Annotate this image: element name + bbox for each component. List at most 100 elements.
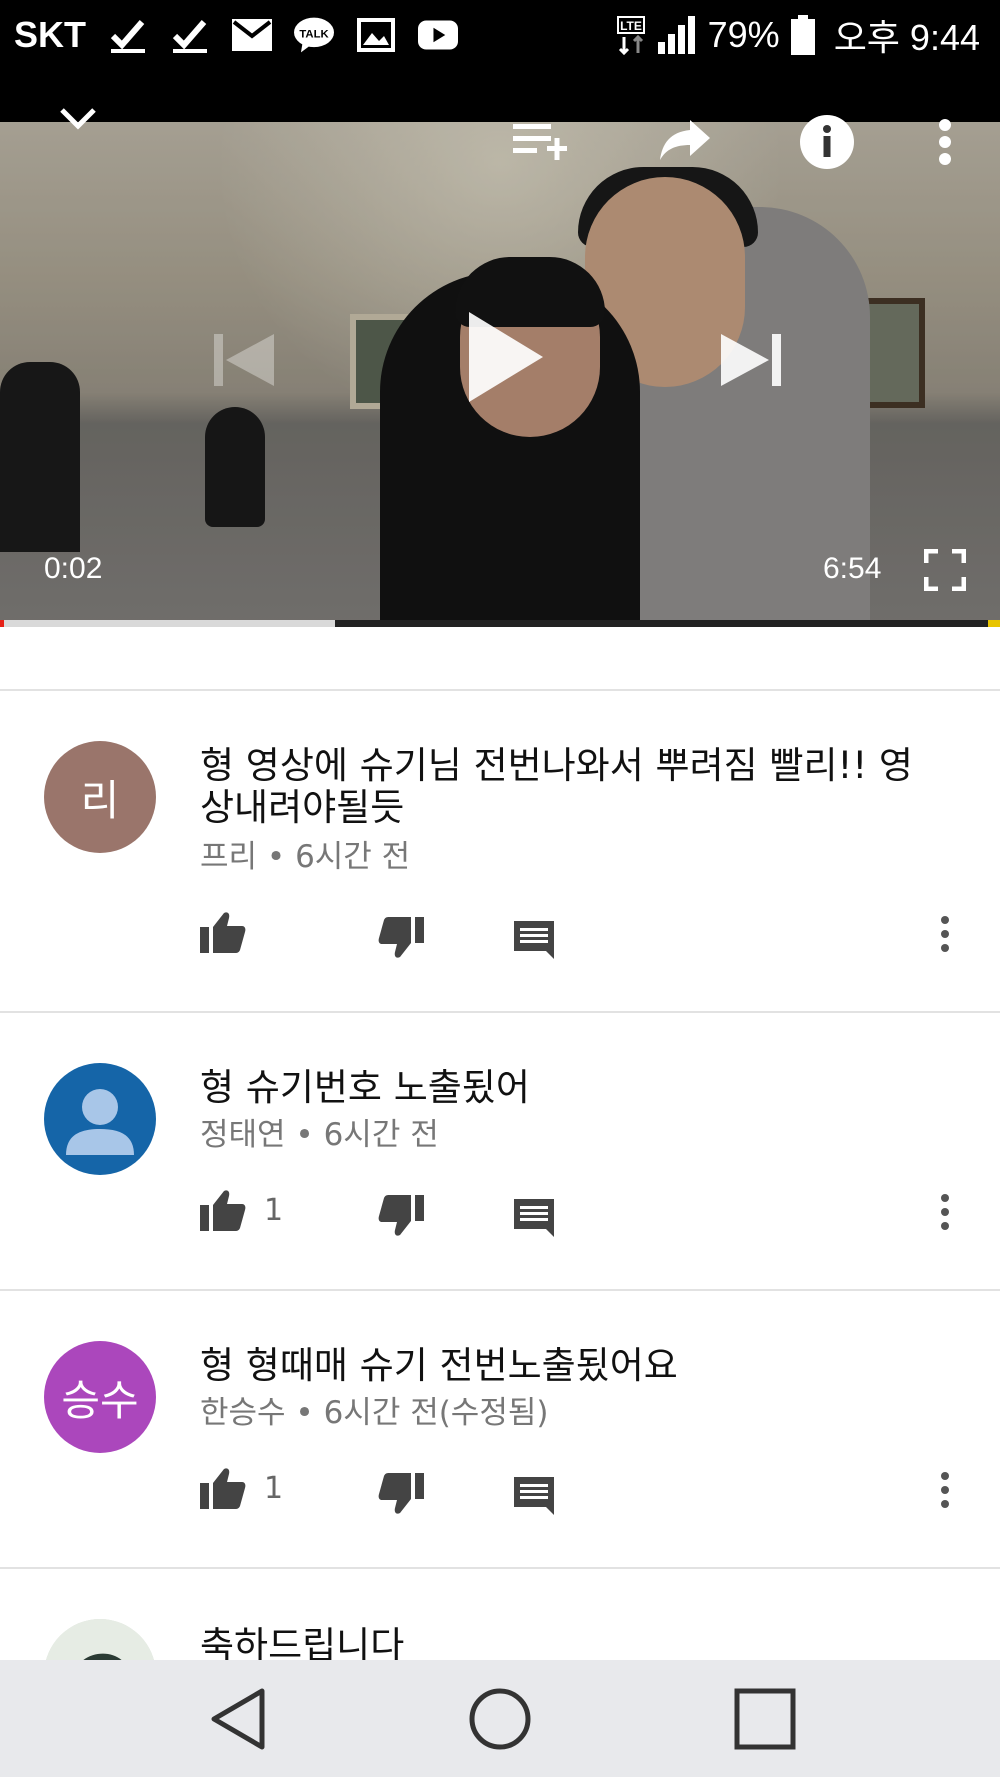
back-triangle-icon bbox=[211, 1688, 265, 1749]
comment-text: 축하드립니다 bbox=[200, 1624, 405, 1661]
skip-previous-icon bbox=[214, 334, 274, 386]
comment-meta: 정태연 • 6시간 전 bbox=[200, 1109, 439, 1154]
back-button[interactable] bbox=[168, 1660, 308, 1777]
comment-item: 축하드립니다 bbox=[0, 1569, 1000, 1660]
more-vertical-icon bbox=[941, 916, 949, 952]
reply-comment-icon bbox=[514, 921, 554, 959]
comment-meta: 프리 • 6시간 전 bbox=[200, 831, 410, 876]
avatar[interactable] bbox=[44, 1063, 156, 1175]
signal-icon bbox=[657, 15, 698, 55]
next-button[interactable] bbox=[705, 315, 795, 405]
reply-button[interactable] bbox=[514, 921, 554, 959]
skip-next-icon bbox=[721, 334, 781, 386]
minimize-player-button[interactable] bbox=[48, 88, 108, 148]
meta-separator: • bbox=[295, 1117, 314, 1153]
avatar-initial: 리 bbox=[80, 775, 120, 825]
reply-button[interactable] bbox=[514, 1477, 554, 1515]
avatar[interactable]: 승수 bbox=[44, 1341, 156, 1453]
previous-button[interactable] bbox=[200, 315, 290, 405]
avatar-initial: 승수 bbox=[61, 1375, 139, 1425]
reply-button[interactable] bbox=[514, 1199, 554, 1237]
avatar[interactable] bbox=[44, 1619, 156, 1660]
info-button[interactable] bbox=[795, 110, 859, 174]
user-photo bbox=[44, 1619, 156, 1660]
check-icon bbox=[170, 15, 210, 55]
comment-more-button[interactable] bbox=[940, 1472, 950, 1508]
comment-more-button[interactable] bbox=[940, 916, 950, 952]
comment-author[interactable]: 정태연 bbox=[200, 1117, 286, 1153]
comment-text: 형 형때매 슈기 전번노출됬어요 bbox=[200, 1344, 678, 1387]
gallery-icon bbox=[356, 15, 396, 55]
battery-percent: 79% bbox=[707, 14, 780, 55]
thumbs-down-icon bbox=[378, 917, 424, 958]
check-icon bbox=[108, 15, 148, 55]
svg-text:LTE: LTE bbox=[620, 19, 642, 33]
recent-apps-button[interactable] bbox=[695, 1660, 835, 1777]
youtube-icon bbox=[418, 15, 458, 55]
share-arrow-icon bbox=[660, 120, 710, 160]
comment-time: 6시간 전 bbox=[323, 1117, 439, 1153]
reply-comment-icon bbox=[514, 1199, 554, 1237]
fullscreen-button[interactable] bbox=[915, 542, 975, 598]
like-button[interactable] bbox=[200, 911, 264, 953]
thumbs-up-icon bbox=[200, 1190, 246, 1231]
add-to-playlist-button[interactable] bbox=[505, 110, 575, 170]
more-vertical-icon bbox=[941, 1472, 949, 1508]
meta-separator: • bbox=[295, 1395, 314, 1431]
thumbs-up-icon bbox=[200, 912, 246, 953]
comment-author[interactable]: 한승수 bbox=[200, 1395, 286, 1431]
carrier-label: SKT bbox=[14, 14, 86, 55]
comment-author[interactable]: 프리 bbox=[200, 839, 257, 875]
comments-list[interactable]: 리 형 영상에 슈기님 전번나와서 뿌려짐 빨리!! 영상내려야될듯 프리 • … bbox=[0, 627, 1000, 1660]
share-button[interactable] bbox=[650, 110, 720, 170]
comment-item: 승수 형 형때매 슈기 전번노출됬어요 한승수 • 6시간 전(수정됨) 1 bbox=[0, 1291, 1000, 1567]
recents-square-icon bbox=[734, 1688, 796, 1749]
comment-text: 형 슈기번호 노출됬어 bbox=[200, 1066, 530, 1109]
system-navigation-bar bbox=[0, 1660, 1000, 1777]
comment-meta: 한승수 • 6시간 전(수정됨) bbox=[200, 1387, 548, 1432]
avatar[interactable]: 리 bbox=[44, 741, 156, 853]
thumbs-down-icon bbox=[378, 1195, 424, 1236]
thumbs-down-icon bbox=[378, 1473, 424, 1514]
play-button[interactable] bbox=[450, 302, 560, 412]
comment-time: 6시간 전(수정됨) bbox=[323, 1395, 549, 1431]
home-button[interactable] bbox=[430, 1660, 570, 1777]
info-icon bbox=[800, 115, 854, 169]
comment-text: 형 영상에 슈기님 전번나와서 뿌려짐 빨리!! 영상내려야될듯 bbox=[200, 744, 913, 829]
video-player[interactable]: 0:02 6:54 bbox=[0, 70, 1000, 620]
like-button[interactable]: 1 bbox=[200, 1189, 283, 1231]
played-bar bbox=[0, 620, 4, 627]
player-more-button[interactable] bbox=[920, 110, 970, 174]
dislike-button[interactable] bbox=[378, 917, 424, 959]
like-button[interactable]: 1 bbox=[200, 1467, 283, 1509]
video-progress-bar[interactable] bbox=[0, 620, 1000, 627]
clock: 오후 9:44 bbox=[833, 17, 980, 58]
like-count: 1 bbox=[264, 1470, 284, 1506]
lte-icon: LTE bbox=[614, 15, 648, 55]
playlist-add-icon bbox=[513, 124, 567, 160]
comment-more-button[interactable] bbox=[940, 1194, 950, 1230]
kakao-talk-icon: TALK bbox=[294, 15, 334, 55]
dislike-button[interactable] bbox=[378, 1473, 424, 1515]
ad-marker bbox=[988, 620, 1000, 627]
reply-comment-icon bbox=[514, 1477, 554, 1515]
thumbs-up-icon bbox=[200, 1468, 246, 1509]
current-time: 0:02 bbox=[44, 552, 103, 585]
meta-separator: • bbox=[266, 839, 286, 875]
more-vertical-icon bbox=[941, 1194, 949, 1230]
comment-time: 6시간 전 bbox=[295, 839, 411, 875]
svg-text:TALK: TALK bbox=[299, 29, 329, 41]
play-icon bbox=[469, 312, 543, 402]
fullscreen-icon bbox=[924, 549, 966, 591]
status-bar: SKT TALK LTE 79% 오후 9:44 bbox=[0, 0, 1000, 70]
comment-item: 리 형 영상에 슈기님 전번나와서 뿌려짐 빨리!! 영상내려야될듯 프리 • … bbox=[0, 691, 1000, 1011]
comment-item: 형 슈기번호 노출됬어 정태연 • 6시간 전 1 bbox=[0, 1013, 1000, 1289]
default-user-icon bbox=[66, 1089, 134, 1155]
home-circle-icon bbox=[469, 1688, 531, 1749]
dislike-button[interactable] bbox=[378, 1195, 424, 1237]
buffered-bar bbox=[0, 620, 335, 627]
chevron-down-icon bbox=[60, 108, 96, 130]
like-count: 1 bbox=[264, 1192, 284, 1228]
video-duration: 6:54 bbox=[823, 552, 882, 585]
more-vertical-icon bbox=[939, 119, 951, 165]
